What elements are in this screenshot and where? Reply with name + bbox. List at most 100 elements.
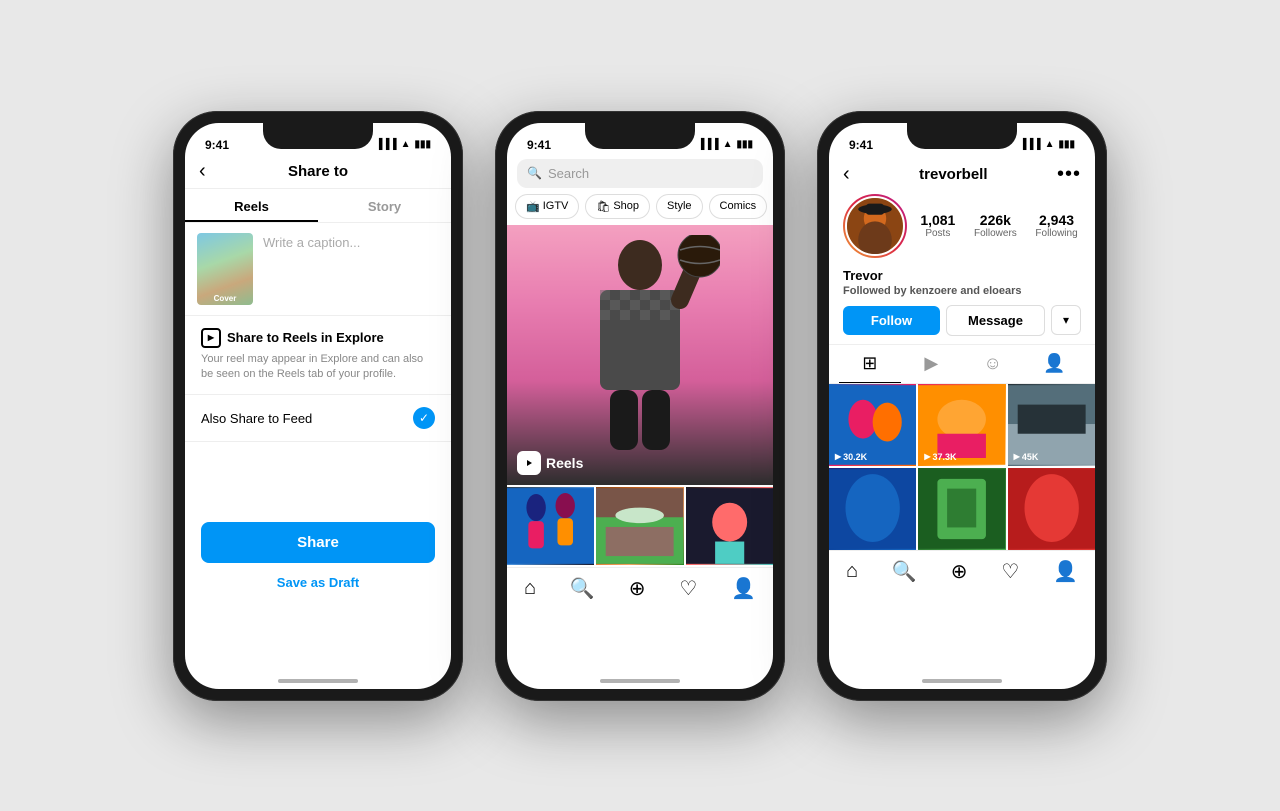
bottom-nav: ⌂ 🔍 ⊕ ♡ 👤	[829, 550, 1095, 588]
back-button[interactable]: ‹	[199, 160, 206, 183]
phone-3: 9:41 ▐▐▐ ▲ ▮▮▮ ‹ trevorbell •••	[817, 111, 1107, 701]
main-video: Reels	[507, 225, 773, 485]
back-button[interactable]: ‹	[843, 163, 850, 186]
phone-3-status-icons: ▐▐▐ ▲ ▮▮▮	[1019, 139, 1075, 150]
following-stat[interactable]: 2,943 Following	[1035, 212, 1077, 239]
phone-2-notch	[585, 123, 695, 149]
message-button[interactable]: Message	[946, 305, 1045, 336]
wifi-icon: ▲	[1045, 139, 1055, 150]
grid-item-6[interactable]	[1008, 468, 1095, 550]
home-indicator	[600, 679, 680, 683]
search-bar[interactable]: 🔍 Search	[517, 159, 763, 188]
play-icon: ▶	[835, 452, 841, 461]
phone-3-notch	[907, 123, 1017, 149]
grid-item-3[interactable]: ▶ 45K	[1008, 384, 1095, 466]
video-background	[507, 225, 773, 485]
phone-2: 9:41 ▐▐▐ ▲ ▮▮▮ 🔍 Search 📺 IGTV 🛍 Shop St…	[495, 111, 785, 701]
followers-stat[interactable]: 226k Followers	[974, 212, 1017, 239]
category-shop[interactable]: 🛍 Shop	[585, 194, 650, 219]
search-icon: 🔍	[527, 166, 542, 180]
phone-2-screen: 9:41 ▐▐▐ ▲ ▮▮▮ 🔍 Search 📺 IGTV 🛍 Shop St…	[507, 123, 773, 689]
profile-header: ‹ trevorbell •••	[829, 159, 1095, 194]
home-indicator	[922, 679, 1002, 683]
grid-item-1[interactable]	[507, 487, 594, 565]
add-nav-icon[interactable]: ⊕	[629, 576, 646, 601]
phone-3-time: 9:41	[849, 138, 873, 152]
grid-item-2[interactable]: ▶ 37.3K	[918, 384, 1005, 466]
tab-tagged[interactable]: ☺	[962, 345, 1024, 383]
posts-count: 1,081	[920, 212, 955, 228]
posts-stat: 1,081 Posts	[920, 212, 955, 239]
profile-stats: 1,081 Posts 226k Followers 2,943 Followi…	[917, 212, 1081, 239]
tab-grid[interactable]: ⊞	[839, 345, 901, 383]
profile-info-row: 1,081 Posts 226k Followers 2,943 Followi…	[829, 194, 1095, 268]
signal-icon: ▐▐▐	[375, 139, 396, 150]
play-count-3: ▶ 45K	[1014, 452, 1039, 462]
phone-1-status-icons: ▐▐▐ ▲ ▮▮▮	[375, 139, 431, 150]
play-icon: ▶	[924, 452, 930, 461]
checkmark-icon: ✓	[413, 407, 435, 429]
share-reels-description: Your reel may appear in Explore and can …	[201, 352, 435, 383]
signal-icon: ▐▐▐	[697, 139, 718, 150]
avatar-image	[845, 196, 905, 256]
grid-item-4[interactable]	[829, 468, 916, 550]
cover-label: Cover	[197, 294, 253, 303]
tab-igtv[interactable]: 👤	[1024, 345, 1086, 383]
more-options-button[interactable]: •••	[1057, 163, 1081, 186]
wifi-icon: ▲	[401, 139, 411, 150]
home-indicator	[278, 679, 358, 683]
phone-1-time: 9:41	[205, 138, 229, 152]
avatar	[843, 194, 907, 258]
share-button[interactable]: Share	[201, 522, 435, 563]
followers-count: 226k	[974, 212, 1017, 228]
category-style[interactable]: Style	[656, 194, 702, 219]
tab-reels[interactable]: Reels	[185, 189, 318, 222]
tab-story[interactable]: Story	[318, 189, 451, 222]
profile-content-tabs: ⊞ ▶ ☺ 👤	[829, 344, 1095, 384]
heart-nav-icon[interactable]: ♡	[1001, 559, 1019, 584]
caption-input[interactable]: Write a caption...	[263, 233, 439, 305]
following-label: Following	[1035, 228, 1077, 239]
tab-reels[interactable]: ▶	[901, 345, 963, 383]
search-nav-icon[interactable]: 🔍	[570, 576, 595, 601]
person-silhouette	[560, 235, 720, 485]
save-draft-button[interactable]: Save as Draft	[185, 571, 451, 594]
phones-container: 9:41 ▐▐▐ ▲ ▮▮▮ ‹ Share to Reels Story Co…	[133, 71, 1147, 741]
grid-item-3[interactable]	[686, 487, 773, 565]
add-nav-icon[interactable]: ⊕	[951, 559, 968, 584]
search-nav-icon[interactable]: 🔍	[892, 559, 917, 584]
also-share-label: Also Share to Feed	[201, 411, 312, 426]
profile-nav-icon[interactable]: 👤	[731, 576, 756, 601]
follow-button[interactable]: Follow	[843, 306, 940, 335]
grid-item-1[interactable]: ▶ 30.2K	[829, 384, 916, 466]
grid-item-2[interactable]	[596, 487, 683, 565]
username: trevorbell	[919, 166, 987, 183]
signal-icon: ▐▐▐	[1019, 139, 1040, 150]
also-share-feed[interactable]: Also Share to Feed ✓	[185, 395, 451, 442]
category-tabs: 📺 IGTV 🛍 Shop Style Comics TV & Movie	[507, 194, 773, 225]
dropdown-button[interactable]: ▾	[1051, 305, 1081, 335]
page-title: Share to	[201, 163, 435, 180]
home-nav-icon[interactable]: ⌂	[846, 560, 858, 583]
phone1-header: ‹ Share to	[185, 159, 451, 189]
battery-icon: ▮▮▮	[1058, 139, 1075, 150]
phone-3-screen: 9:41 ▐▐▐ ▲ ▮▮▮ ‹ trevorbell •••	[829, 123, 1095, 689]
play-icon: ▶	[1014, 452, 1020, 461]
grid-item-5[interactable]	[918, 468, 1005, 550]
phone-1-notch	[263, 123, 373, 149]
reels-label: Reels	[517, 451, 583, 475]
search-input[interactable]: Search	[548, 166, 589, 181]
heart-nav-icon[interactable]: ♡	[679, 576, 697, 601]
category-igtv[interactable]: 📺 IGTV	[515, 194, 579, 219]
followed-by-text: Followed by kenzoere and eloears	[829, 285, 1095, 305]
caption-area: Cover Write a caption...	[185, 223, 451, 316]
battery-icon: ▮▮▮	[736, 139, 753, 150]
wifi-icon: ▲	[723, 139, 733, 150]
reels-icon: ▶	[201, 328, 221, 348]
posts-label: Posts	[920, 228, 955, 239]
share-reels-label: Share to Reels in Explore	[227, 330, 384, 345]
share-reels-title: ▶ Share to Reels in Explore	[201, 328, 435, 348]
profile-nav-icon[interactable]: 👤	[1053, 559, 1078, 584]
home-nav-icon[interactable]: ⌂	[524, 577, 536, 600]
category-comics[interactable]: Comics	[709, 194, 768, 219]
